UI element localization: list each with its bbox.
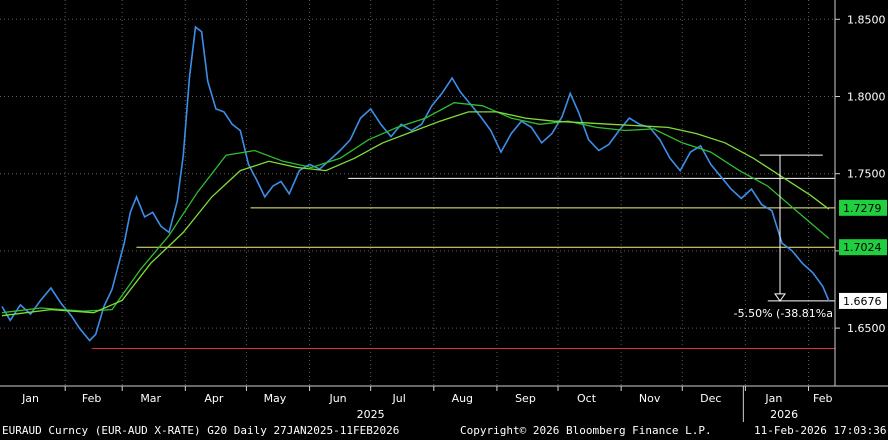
- moving-average-line-2: [1, 111, 830, 317]
- price-label: 1.7279: [843, 202, 882, 215]
- y-axis-tick-label: 1.6500: [847, 322, 886, 335]
- copyright-notice: Copyright© 2026 Bloomberg Finance L.P.: [460, 424, 712, 437]
- x-axis-year-label: 2025: [357, 408, 385, 421]
- y-axis-tick-label: 1.8500: [847, 13, 886, 26]
- x-axis-tick-label: Feb: [813, 392, 832, 405]
- x-axis-tick-label: Feb: [82, 392, 101, 405]
- security-description: EURAUD Curncy (EUR-AUD X-RATE) G20 Daily…: [2, 424, 400, 437]
- x-axis-tick-label: Oct: [577, 392, 597, 405]
- measure-label: -5.50% (-38.81%a: [734, 307, 833, 320]
- x-axis-tick-label: May: [264, 392, 287, 405]
- y-axis-tick-label: 1.7500: [847, 168, 886, 181]
- price-series-line: [1, 25, 830, 342]
- x-axis-tick-label: Nov: [639, 392, 661, 405]
- x-axis-tick-label: Jan: [21, 392, 39, 405]
- timestamp: 11-Feb-2026 17:03:36: [754, 424, 887, 437]
- price-chart[interactable]: -5.50% (-38.81%a 1.6500 1.7500 1.8000 1.8500…: [0, 0, 888, 422]
- y-axis-tick-label: 1.8000: [847, 91, 886, 104]
- price-label: 1.7024: [843, 241, 882, 254]
- x-axis-tick-label: Mar: [140, 392, 161, 405]
- price-label: 1.6676: [843, 295, 882, 308]
- x-axis-tick-label: Aug: [452, 392, 473, 405]
- x-axis-tick-label: Jan: [764, 392, 782, 405]
- x-axis-tick-label: Sep: [515, 392, 536, 405]
- x-axis-year-label: 2026: [770, 408, 798, 421]
- x-axis-tick-label: Dec: [700, 392, 721, 405]
- measure-arrow-head: [774, 293, 786, 302]
- x-axis-tick-label: Jul: [392, 392, 406, 405]
- x-axis-tick-label: Jun: [328, 392, 346, 405]
- x-axis-tick-label: Apr: [204, 392, 224, 405]
- chart-footer: EURAUD Curncy (EUR-AUD X-RATE) G20 Daily…: [0, 422, 888, 440]
